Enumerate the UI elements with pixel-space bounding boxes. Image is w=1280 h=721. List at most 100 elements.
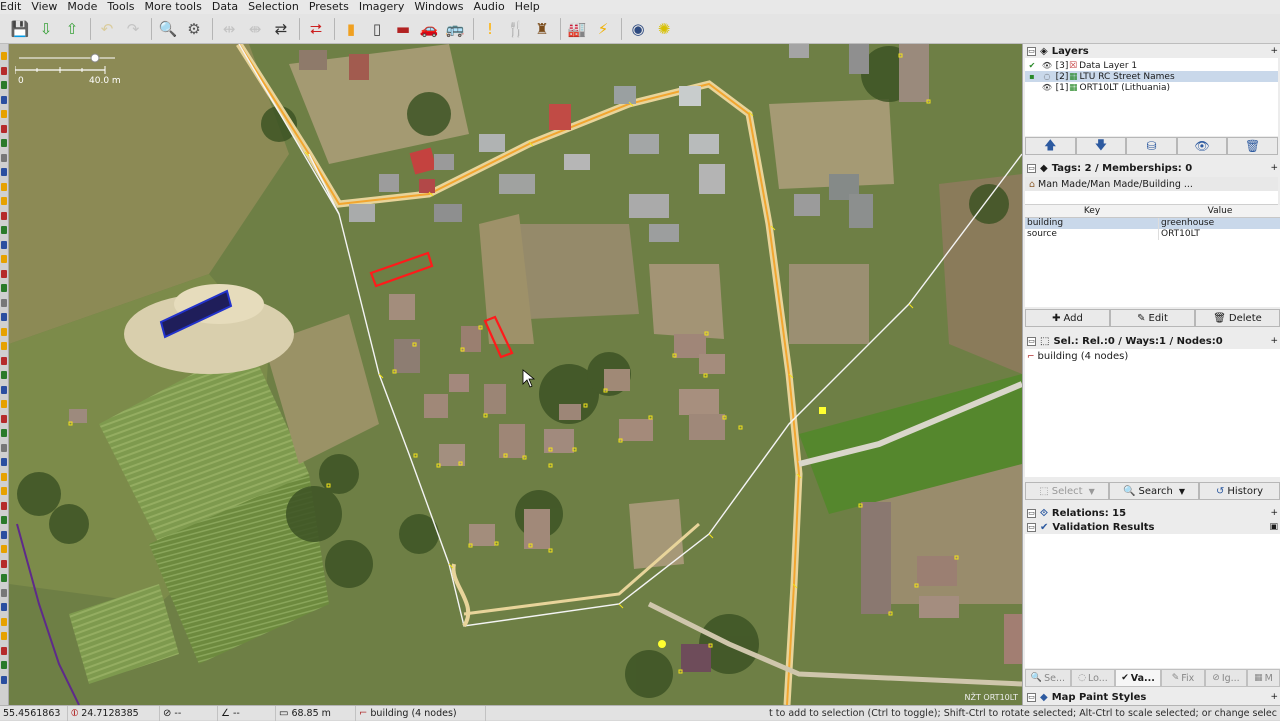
visibility-button[interactable]: 👁 — [1176, 137, 1228, 155]
menu-help[interactable]: Help — [510, 0, 545, 14]
visibility-icon[interactable]: ◌ — [1039, 72, 1055, 81]
reverse-direction-icon[interactable]: ⮂ — [304, 17, 328, 41]
selection-header[interactable]: ▭ ⬚ Sel.: Rel.:0 / Ways:1 / Nodes:0 + — [1023, 334, 1280, 348]
side-tool-icon[interactable] — [1, 153, 7, 162]
side-tool-icon[interactable] — [1, 342, 7, 350]
menu-mode[interactable]: Mode — [62, 0, 102, 14]
menu-data[interactable]: Data — [207, 0, 243, 14]
reverse-way-icon[interactable]: ⇄ — [269, 17, 293, 41]
panel-menu-icon[interactable]: + — [1270, 163, 1278, 173]
side-tool-icon[interactable] — [1, 81, 7, 89]
collapse-toggle-icon[interactable]: ▭ — [1027, 692, 1036, 702]
zoom-icon[interactable]: 🔍 — [156, 17, 180, 41]
merge-layer-button[interactable]: ⛁ — [1126, 137, 1177, 155]
side-tool-icon[interactable] — [1, 487, 7, 495]
power-icon[interactable]: ⚡ — [591, 17, 615, 41]
side-tool-icon[interactable] — [1, 661, 7, 669]
side-tool-icon[interactable] — [1, 603, 7, 611]
tag-value[interactable]: ORT10LT — [1159, 229, 1280, 240]
side-tool-icon[interactable] — [1, 240, 7, 249]
barrier-icon[interactable]: ▬ — [391, 17, 415, 41]
panel-menu-icon[interactable]: + — [1270, 508, 1278, 518]
emergency-icon[interactable]: ! — [478, 17, 502, 41]
panel-tab[interactable]: ✔ Va... — [1115, 669, 1161, 687]
move-down-button[interactable]: 🡇 — [1075, 137, 1127, 155]
side-tool-icon[interactable] — [1, 385, 7, 394]
industrial-icon[interactable]: 🏭 — [565, 17, 589, 41]
upload-icon[interactable]: ⇧ — [60, 17, 84, 41]
menu-edit[interactable]: Edit — [0, 0, 26, 14]
side-tool-icon[interactable] — [1, 197, 7, 205]
tag-filter-input[interactable] — [1025, 191, 1278, 205]
car-icon[interactable]: 🚗 — [417, 17, 441, 41]
side-tool-icon[interactable] — [1, 255, 7, 263]
bus-icon[interactable]: 🚌 — [443, 17, 467, 41]
side-tool-icon[interactable] — [1, 52, 7, 60]
panel-tab[interactable]: 🔍 Se... — [1025, 669, 1071, 687]
tag-key[interactable]: source — [1025, 229, 1159, 240]
map-view[interactable]: 0 40.0 m NŽT ORT10LT — [9, 44, 1022, 705]
side-tool-icon[interactable] — [1, 371, 7, 379]
layer-state-icon[interactable]: ▪ — [1025, 72, 1039, 81]
side-tool-icon[interactable] — [1, 501, 7, 510]
side-tool-icon[interactable] — [1, 414, 7, 423]
key-column-header[interactable]: Key — [1025, 205, 1159, 217]
layers-header[interactable]: ▭ ◈ Layers + — [1023, 44, 1280, 58]
collapse-toggle-icon[interactable]: ▭ — [1027, 522, 1036, 532]
chevron-down-icon[interactable]: ▼ — [1179, 487, 1185, 496]
combine-way-icon[interactable]: ⇼ — [243, 17, 267, 41]
validation-header[interactable]: ▭ ✔ Validation Results ▣ — [1023, 520, 1280, 534]
side-tool-icon[interactable] — [1, 472, 7, 481]
side-tool-icon[interactable] — [1, 284, 7, 292]
menu-more-tools[interactable]: More tools — [140, 0, 207, 14]
side-tool-icon[interactable] — [1, 95, 7, 104]
side-tool-icon[interactable] — [1, 124, 7, 133]
undo-icon[interactable]: ↶ — [95, 17, 119, 41]
panel-tab[interactable]: ◌ Lo... — [1071, 669, 1115, 687]
castle-icon[interactable]: ♜ — [530, 17, 554, 41]
download-icon[interactable]: ⇩ — [34, 17, 58, 41]
tag-row[interactable]: source ORT10LT — [1025, 229, 1280, 240]
side-tool-icon[interactable] — [1, 211, 7, 220]
side-tool-icon[interactable] — [1, 458, 7, 466]
menu-imagery[interactable]: Imagery — [354, 0, 409, 14]
menu-presets[interactable]: Presets — [304, 0, 354, 14]
side-tool-icon[interactable] — [1, 646, 7, 655]
panel-menu-icon[interactable]: + — [1270, 46, 1278, 56]
side-tool-icon[interactable] — [1, 516, 7, 524]
panel-menu-icon[interactable]: + — [1270, 336, 1278, 346]
split-way-icon[interactable]: ⇹ — [217, 17, 241, 41]
panel-tab[interactable]: ⊘ Ig... — [1205, 669, 1247, 687]
layer-row[interactable]: ✔ 👁 [3] ☒ Data Layer 1 — [1025, 60, 1278, 71]
side-tool-icon[interactable] — [1, 530, 7, 539]
side-tool-icon[interactable] — [1, 400, 7, 408]
map-canvas[interactable] — [9, 44, 1022, 705]
active-layer-icon[interactable]: ✔ — [1025, 61, 1039, 70]
tag-row[interactable]: building greenhouse — [1025, 218, 1280, 229]
search-button[interactable]: 🔍 Search ▼ — [1109, 482, 1199, 500]
side-tool-icon[interactable] — [1, 313, 7, 321]
move-up-button[interactable]: 🡅 — [1025, 137, 1076, 155]
side-tool-icon[interactable] — [1, 675, 7, 684]
menu-windows[interactable]: Windows — [409, 0, 468, 14]
side-tool-icon[interactable] — [1, 269, 7, 278]
layer-row[interactable]: 👁 [1] ▦ ORT10LT (Lithuania) — [1025, 82, 1278, 93]
layers-list[interactable]: ✔ 👁 [3] ☒ Data Layer 1 ▪ ◌ [2] ▦ LTU RC Street Na… — [1025, 58, 1278, 136]
side-tool-icon[interactable] — [1, 327, 7, 336]
layer-row[interactable]: ▪ ◌ [2] ▦ LTU RC Street Names — [1025, 71, 1278, 82]
side-tool-icon[interactable] — [1, 298, 7, 307]
relations-header[interactable]: ▭ ⟐ Relations: 15 + — [1023, 506, 1280, 520]
preset-link[interactable]: ⌂ Man Made/Man Made/Building ... — [1025, 177, 1278, 191]
side-tool-icon[interactable] — [1, 139, 7, 147]
restaurant-icon[interactable]: 🍴 — [504, 17, 528, 41]
side-tool-icon[interactable] — [1, 429, 7, 437]
menu-tools[interactable]: Tools — [102, 0, 139, 14]
side-tool-icon[interactable] — [1, 588, 7, 597]
panel-tab[interactable]: ✎ Fix — [1161, 669, 1205, 687]
side-tool-icon[interactable] — [1, 545, 7, 553]
sun-icon[interactable]: ✺ — [652, 17, 676, 41]
selection-list[interactable]: ⌐ building (4 nodes) — [1025, 349, 1280, 477]
collapse-toggle-icon[interactable]: ▭ — [1027, 508, 1036, 518]
traffic-light-icon[interactable]: ▯ — [365, 17, 389, 41]
panel-menu-icon[interactable]: + — [1270, 692, 1278, 702]
